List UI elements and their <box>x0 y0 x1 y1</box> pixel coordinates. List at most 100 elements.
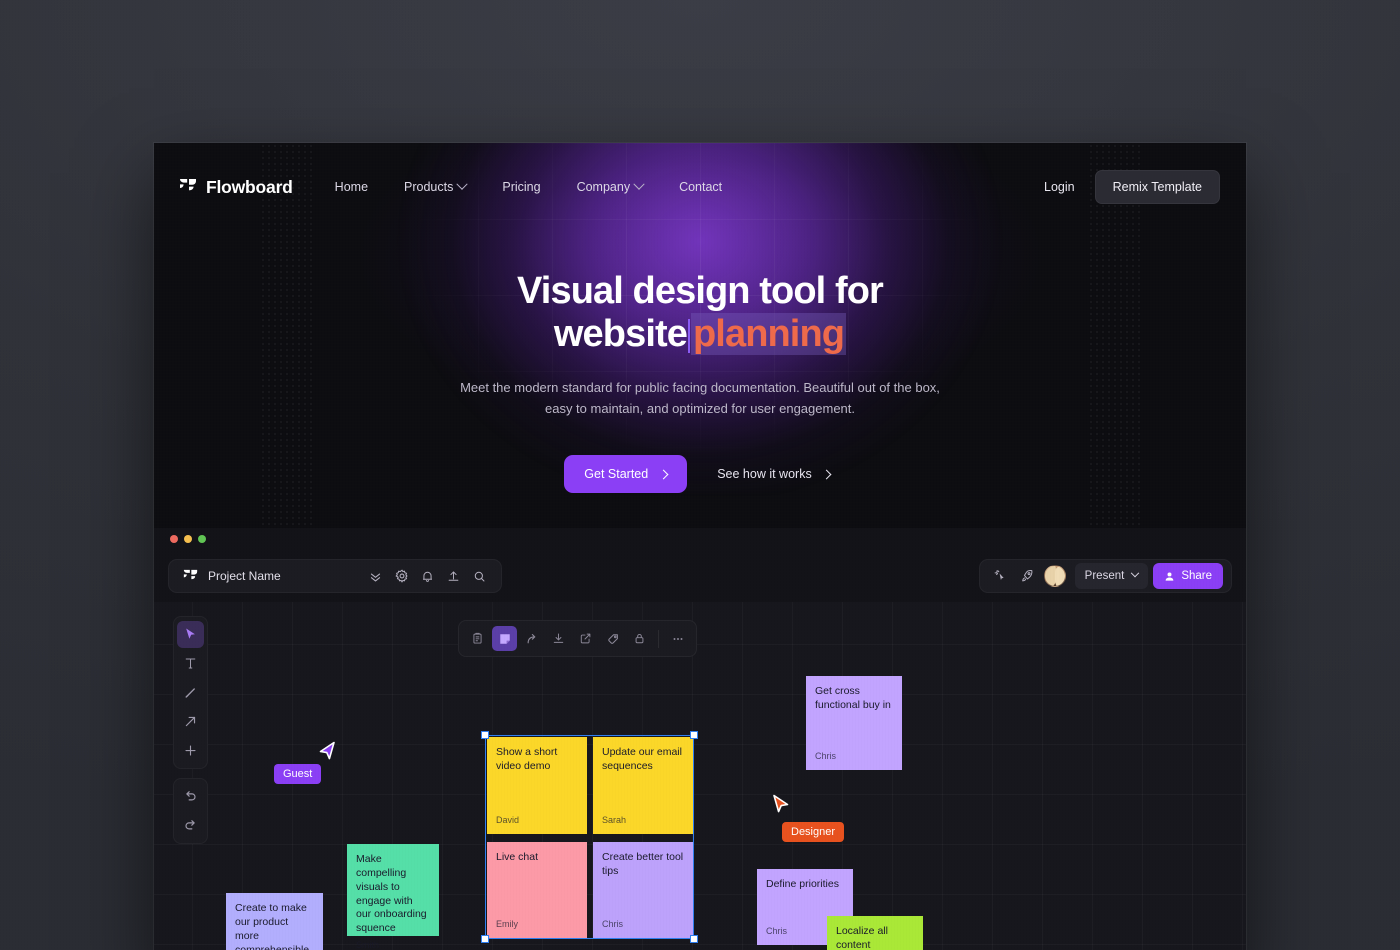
sticky-note-text: Get cross functional buy in <box>815 685 891 711</box>
window-titlebar <box>154 528 1246 550</box>
login-link[interactable]: Login <box>1028 174 1091 200</box>
remix-template-button[interactable]: Remix Template <box>1094 170 1220 204</box>
sticky-note-text: Localize all content <box>836 925 888 950</box>
nav-item-label: Contact <box>679 180 723 194</box>
download-button[interactable] <box>546 626 571 651</box>
sticky-note[interactable]: Create to make our product more comprehe… <box>226 893 323 950</box>
sticky-note[interactable]: Create better tool tips Chris <box>593 842 693 938</box>
hero-title-line1: Visual design tool for <box>517 270 884 312</box>
tag-button[interactable] <box>600 626 625 651</box>
get-started-button[interactable]: Get Started <box>564 455 688 494</box>
hero-title-highlight: planning <box>690 312 847 355</box>
get-started-label: Get Started <box>584 467 649 482</box>
share-button[interactable]: Share <box>1153 563 1223 589</box>
sticky-note-text: Show a short video demo <box>496 746 558 772</box>
app-toolbar: Project Name Present Share <box>154 550 1246 602</box>
undo-button[interactable] <box>177 783 204 810</box>
see-how-it-works-label: See how it works <box>717 467 812 482</box>
open-external-button[interactable] <box>573 626 598 651</box>
redo-arrow-button[interactable] <box>519 626 544 651</box>
flowboard-logo-icon <box>179 178 197 196</box>
flowboard-logo-icon[interactable] <box>183 569 198 584</box>
page-title: Visual design tool for website planning <box>154 270 1246 355</box>
lock-button[interactable] <box>627 626 652 651</box>
collaborator-cursor-designer <box>771 794 791 816</box>
text-caret <box>687 318 690 353</box>
window-maximize-button[interactable] <box>198 535 206 543</box>
chevron-right-icon <box>821 469 832 480</box>
nav-item-contact[interactable]: Contact <box>661 174 740 200</box>
sticky-note-author: David <box>496 815 520 826</box>
nav-item-pricing[interactable]: Pricing <box>484 174 558 200</box>
add-tool[interactable] <box>177 737 204 764</box>
chevrons-down-icon[interactable] <box>363 563 389 589</box>
text-tool[interactable] <box>177 650 204 677</box>
sticky-note[interactable]: Update our email sequences Sarah <box>593 737 693 834</box>
sticky-note-button[interactable] <box>492 626 517 651</box>
collaborator-label-guest: Guest <box>274 764 322 784</box>
cursor-sparkle-icon[interactable] <box>988 563 1014 589</box>
tag-icon <box>607 633 618 644</box>
arrow-tool[interactable] <box>177 708 204 735</box>
select-tool[interactable] <box>177 621 204 648</box>
present-dropdown[interactable]: Present <box>1074 563 1149 589</box>
project-name-field[interactable]: Project Name <box>208 569 363 583</box>
search-icon[interactable] <box>467 563 493 589</box>
sticky-note-author: Chris <box>602 919 624 930</box>
marketing-hero: Flowboard Home Products Pricing Company <box>154 143 1246 528</box>
clipboard-button[interactable] <box>465 626 490 651</box>
user-avatar[interactable] <box>1043 565 1066 587</box>
upload-icon[interactable] <box>441 563 467 589</box>
ellipsis-icon <box>673 637 682 640</box>
chevron-down-icon <box>633 178 645 190</box>
collaborator-label-designer: Designer <box>782 822 845 842</box>
plus-icon <box>185 745 196 756</box>
sticky-note[interactable]: Live chat Emily <box>487 842 587 938</box>
nav-item-company[interactable]: Company <box>559 174 662 200</box>
more-options-button[interactable] <box>665 626 690 651</box>
redo-button[interactable] <box>177 812 204 839</box>
sticky-note-text: Create better tool tips <box>602 851 684 877</box>
bell-icon[interactable] <box>415 563 441 589</box>
sticky-note-text: Live chat <box>496 851 539 863</box>
sticky-note[interactable]: Make compelling visuals to engage with o… <box>347 844 439 950</box>
context-toolbar <box>458 620 697 657</box>
sticky-note[interactable]: Get cross functional buy in Chris <box>806 676 902 770</box>
nav-item-label: Home <box>334 180 369 194</box>
person-icon <box>1165 571 1174 581</box>
nav-links: Home Products Pricing Company Contact <box>317 174 741 200</box>
lock-icon <box>635 633 644 644</box>
chevron-down-icon <box>1131 568 1140 578</box>
hero-subtitle-line1: Meet the modern standard for public faci… <box>460 380 940 396</box>
pen-tool[interactable] <box>177 679 204 706</box>
nav-item-label: Pricing <box>502 180 541 194</box>
sticky-note[interactable]: Localize all contentAndrew <box>827 916 923 950</box>
window-close-button[interactable] <box>170 535 178 543</box>
tool-rail-primary-group <box>173 616 208 769</box>
nav-actions: Login Remix Template <box>1028 170 1220 204</box>
site-navbar: Flowboard Home Products Pricing Company <box>154 170 1246 204</box>
sticky-note-author: Chris <box>815 751 837 762</box>
nav-item-products[interactable]: Products <box>386 174 484 200</box>
hero-subtitle: Meet the modern standard for public faci… <box>154 377 1246 419</box>
brand-logo[interactable]: Flowboard <box>179 177 293 198</box>
toolbar-divider <box>658 629 659 648</box>
rocket-icon[interactable] <box>1014 563 1040 589</box>
present-label: Present <box>1084 570 1125 582</box>
gear-icon[interactable] <box>389 563 415 589</box>
sticky-note-text: Make compelling visuals to engage with o… <box>356 853 427 935</box>
hero-cta-group: Get Started See how it works <box>154 455 1246 494</box>
download-icon <box>553 633 564 643</box>
tool-rail-history-group <box>173 778 208 844</box>
nav-item-home[interactable]: Home <box>317 174 386 200</box>
see-how-it-works-link[interactable]: See how it works <box>711 455 835 493</box>
desktop-backdrop: Flowboard Home Products Pricing Company <box>0 0 1400 950</box>
sticky-note-text: Create to make our product more comprehe… <box>235 902 310 950</box>
share-label: Share <box>1181 570 1212 582</box>
sticky-note[interactable]: Show a short video demo David <box>487 737 587 834</box>
window-minimize-button[interactable] <box>184 535 192 543</box>
pen-icon <box>185 688 195 698</box>
board-canvas[interactable]: Show a short video demo David Update our e… <box>154 602 1246 950</box>
cursor-pointer-icon <box>319 741 335 760</box>
chevron-down-icon <box>456 178 469 190</box>
